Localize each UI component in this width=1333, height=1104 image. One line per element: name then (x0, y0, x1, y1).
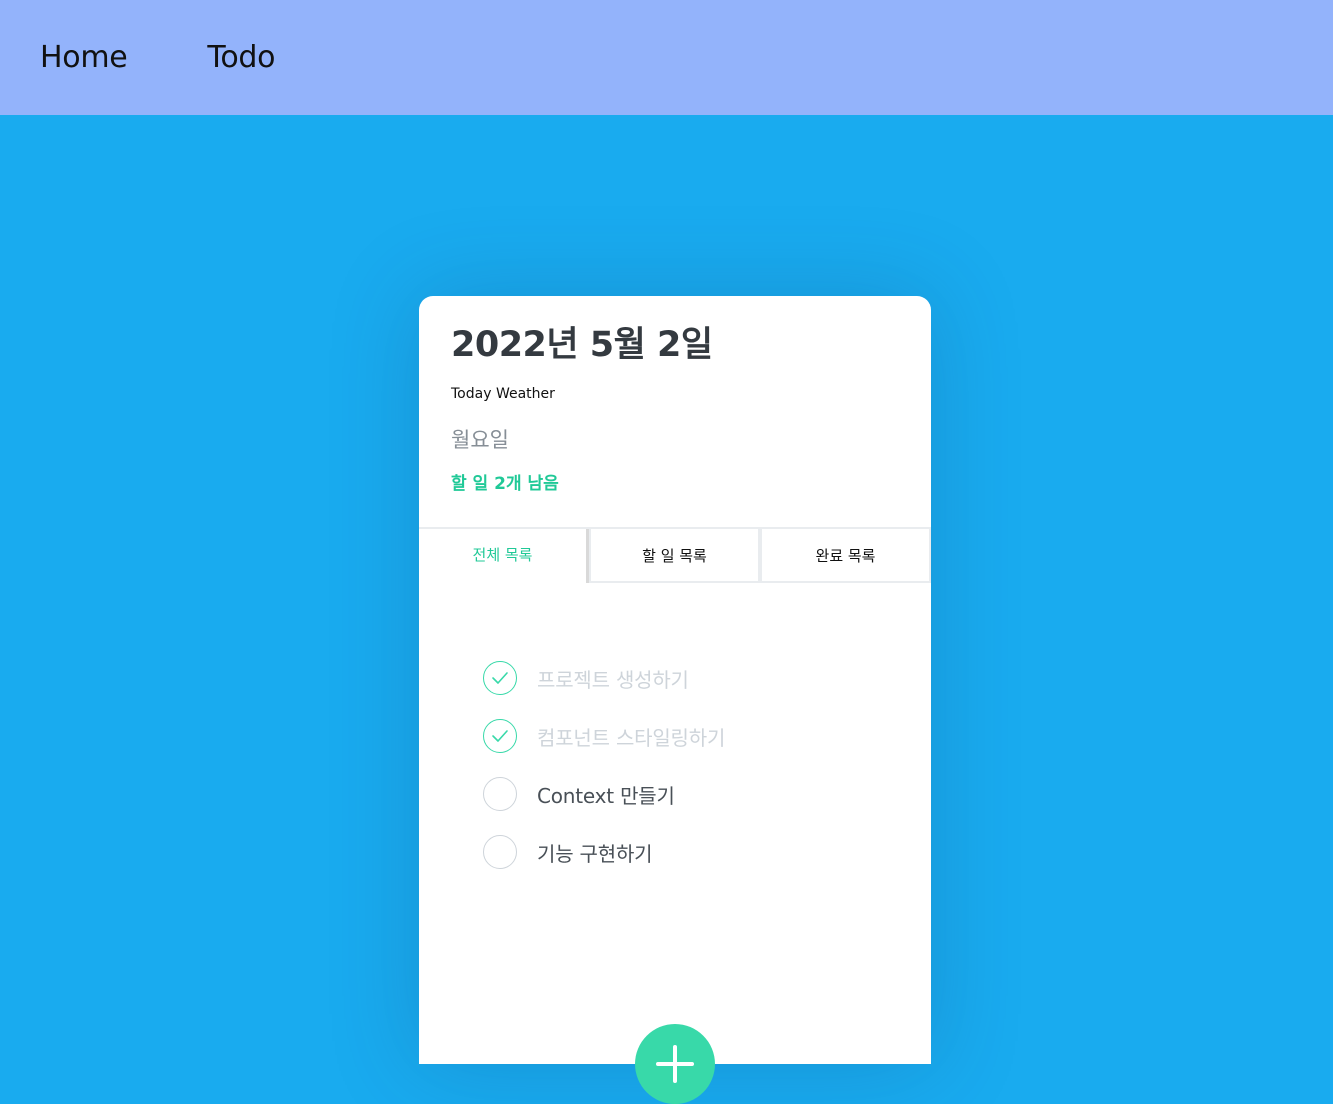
todo-checkbox[interactable] (483, 719, 517, 753)
nav-link-todo[interactable]: Todo (207, 40, 275, 75)
add-todo-button[interactable] (635, 1024, 715, 1104)
todo-header: 2022년 5월 2일 Today Weather 월요일 할 일 2개 남음 (419, 296, 931, 529)
date-title: 2022년 5월 2일 (451, 325, 713, 365)
tasks-left-count: 할 일 2개 남음 (451, 474, 559, 494)
weekday-label: 월요일 (451, 428, 509, 452)
todo-item: 프로젝트 생성하기 (483, 649, 931, 707)
todo-text: Context 만들기 (537, 783, 675, 808)
filter-tabs: 전체 목록 할 일 목록 완료 목록 (419, 529, 931, 583)
todo-checkbox[interactable] (483, 777, 517, 811)
todo-item: 기능 구현하기 (483, 823, 931, 881)
tab-all[interactable]: 전체 목록 (419, 529, 589, 583)
todo-list: 프로젝트 생성하기 컴포넌트 스타일링하기 Context 만들기 기능 구현하… (419, 583, 931, 881)
todo-checkbox[interactable] (483, 661, 517, 695)
weather-label: Today Weather (451, 386, 555, 402)
nav-link-home[interactable]: Home (40, 40, 128, 75)
tab-done[interactable]: 완료 목록 (760, 529, 931, 583)
check-icon (492, 672, 508, 684)
todo-card: 2022년 5월 2일 Today Weather 월요일 할 일 2개 남음 … (419, 296, 931, 1064)
todo-item: 컴포넌트 스타일링하기 (483, 707, 931, 765)
todo-text: 프로젝트 생성하기 (537, 667, 689, 692)
tab-todo[interactable]: 할 일 목록 (589, 529, 760, 583)
check-icon (492, 730, 508, 742)
todo-text: 컴포넌트 스타일링하기 (537, 725, 726, 750)
todo-text: 기능 구현하기 (537, 841, 653, 866)
todo-item: Context 만들기 (483, 765, 931, 823)
top-navigation: Home Todo (0, 0, 1333, 115)
plus-icon (656, 1045, 694, 1083)
todo-checkbox[interactable] (483, 835, 517, 869)
